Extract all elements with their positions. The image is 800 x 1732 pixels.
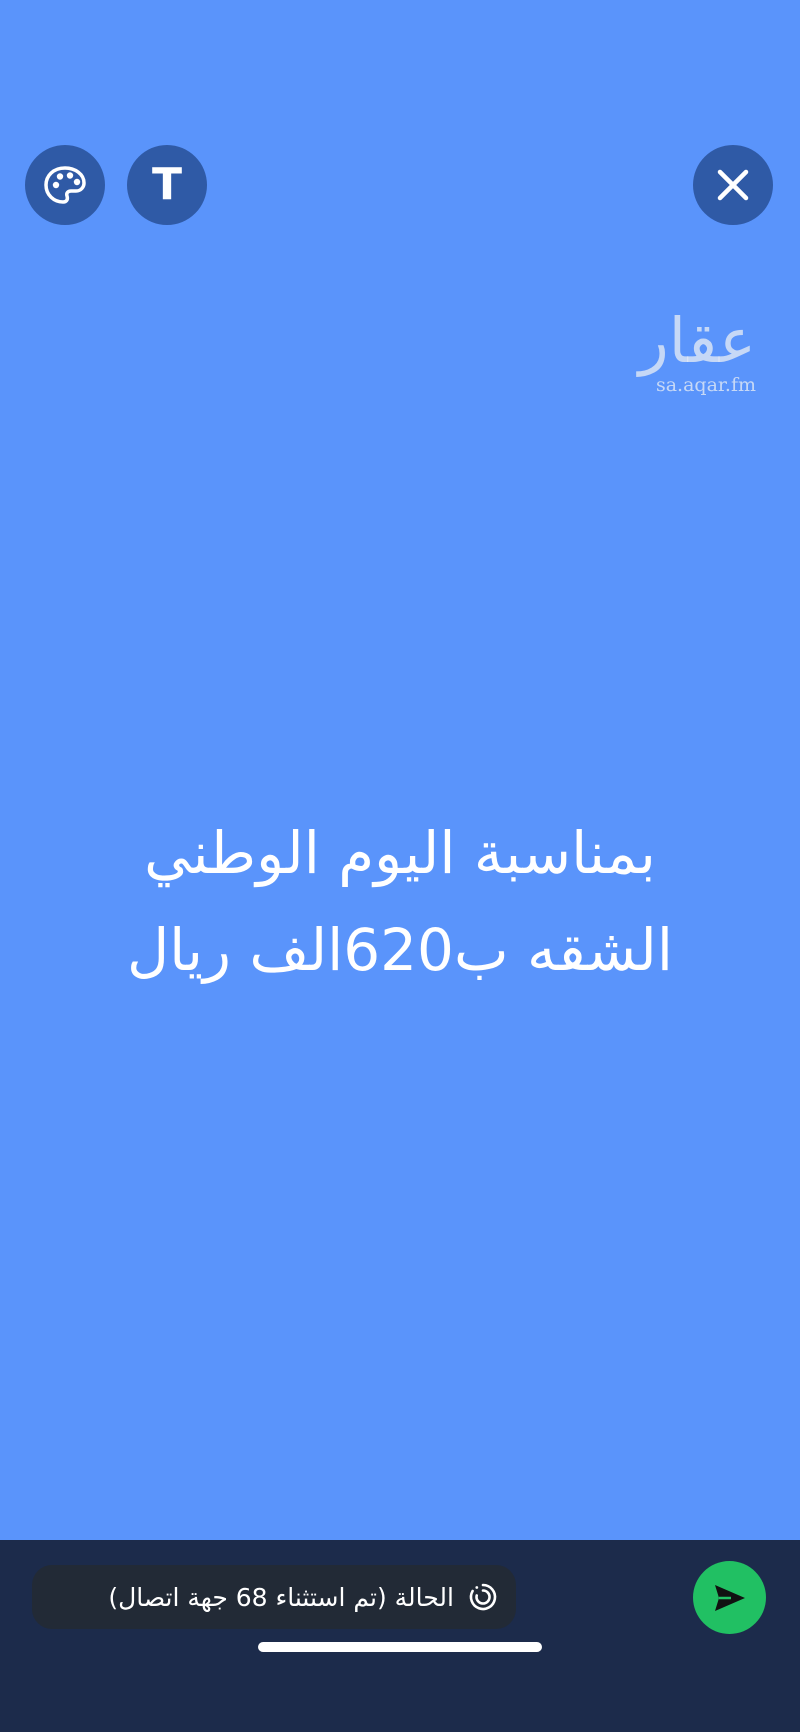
watermark-url: sa.aqar.fm [655, 374, 756, 396]
aqar-watermark: عقار sa.aqar.fm [586, 304, 756, 397]
status-line-1: بمناسبة اليوم الوطني [144, 819, 656, 887]
status-privacy-selector[interactable]: الحالة (تم استثناء 68 جهة اتصال) [32, 1565, 516, 1629]
close-icon [717, 169, 749, 201]
status-line-2: الشقه ب620الف ريال [127, 916, 673, 984]
close-button[interactable] [693, 145, 773, 225]
status-privacy-label: الحالة (تم استثناء 68 جهة اتصال) [108, 1582, 454, 1612]
text-style-button[interactable]: T [127, 145, 207, 225]
text-style-icon: T [151, 159, 182, 210]
status-message-text[interactable]: بمناسبة اليوم الوطني الشقه ب620الف ريال [0, 805, 800, 999]
send-button[interactable] [693, 1561, 766, 1634]
palette-icon [44, 166, 86, 204]
home-indicator [258, 1642, 542, 1652]
send-icon [714, 1584, 745, 1611]
watermark-logo-text: عقار [638, 304, 756, 377]
status-ring-icon [469, 1583, 497, 1611]
color-palette-button[interactable] [25, 145, 105, 225]
text-status-canvas[interactable]: T عقار sa.aqar.fm بمناسبة اليوم الوطني ا… [0, 0, 800, 1540]
status-composer-screen: T عقار sa.aqar.fm بمناسبة اليوم الوطني ا… [0, 0, 800, 1732]
composer-bottom-bar: الحالة (تم استثناء 68 جهة اتصال) [0, 1540, 800, 1732]
